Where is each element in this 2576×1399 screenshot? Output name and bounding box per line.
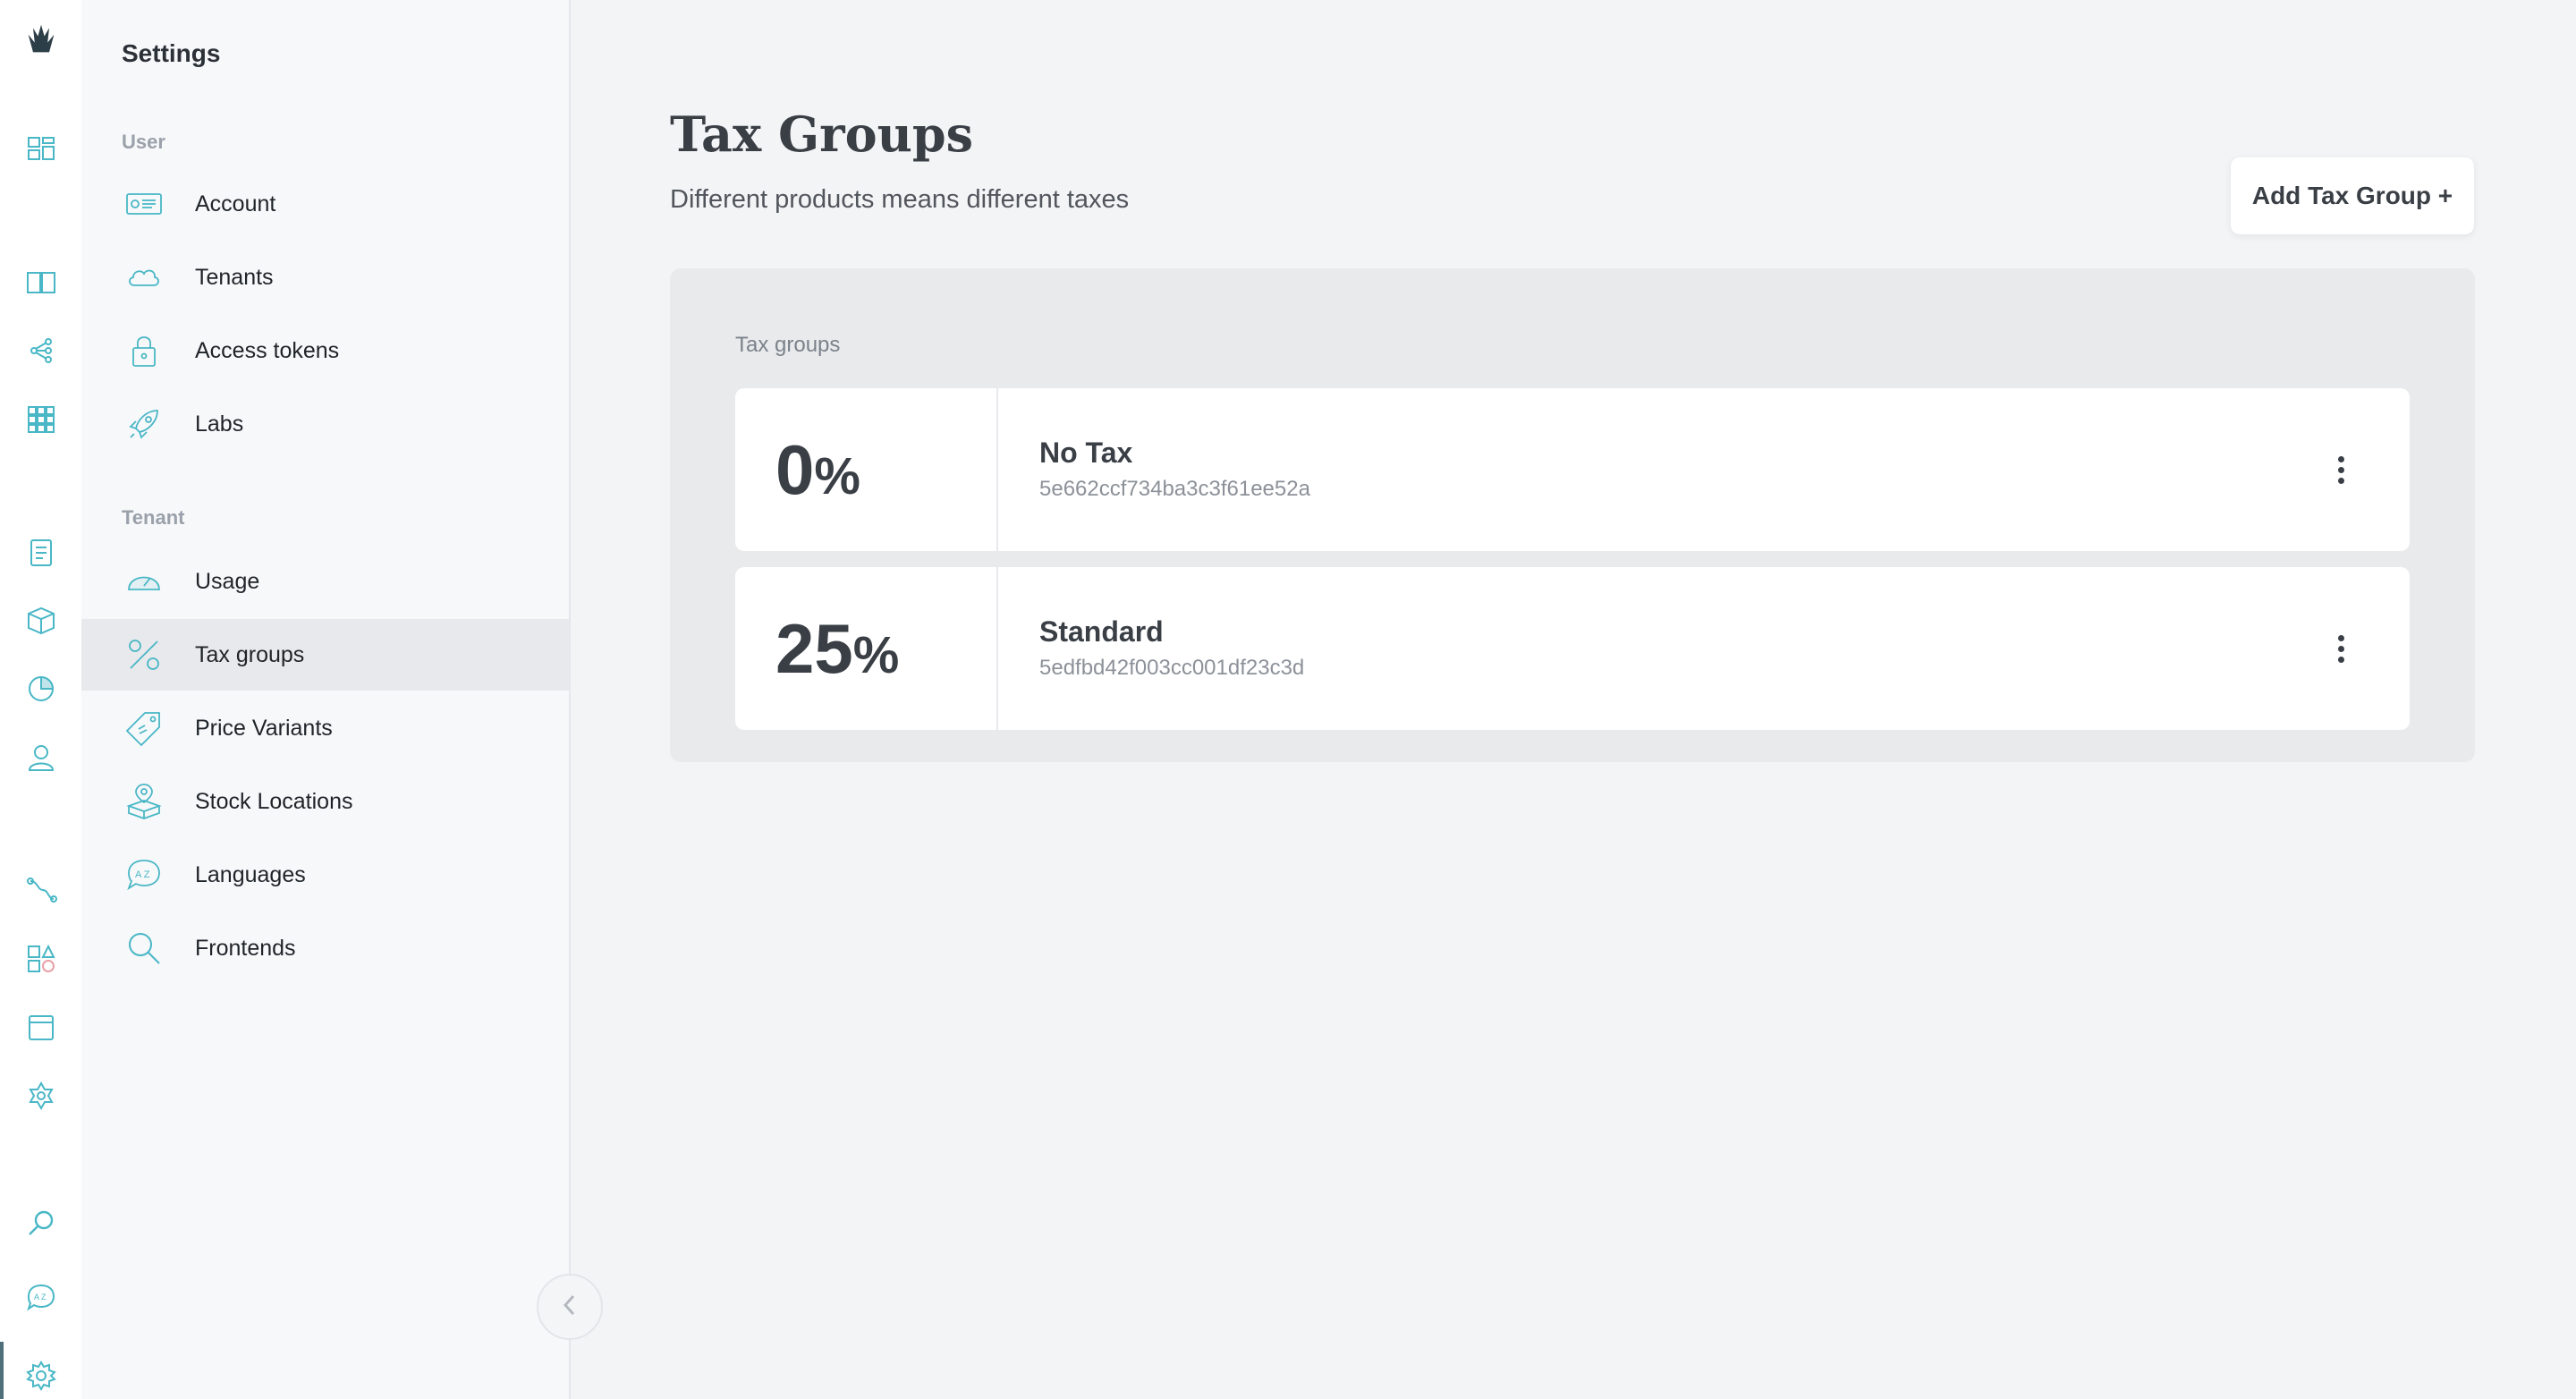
collapse-sidebar-button[interactable] bbox=[537, 1274, 603, 1340]
page-title: Tax Groups bbox=[670, 106, 974, 163]
tax-rate-value: 25 bbox=[775, 609, 853, 688]
shapes-icon[interactable] bbox=[21, 331, 61, 370]
id-card-icon bbox=[124, 184, 164, 224]
add-tax-group-button[interactable]: Add Tax Group + bbox=[2231, 157, 2474, 234]
languages-icon[interactable]: A Z bbox=[21, 1277, 61, 1317]
active-rail-indicator bbox=[0, 1342, 4, 1399]
percent-icon bbox=[124, 635, 164, 674]
tax-group-id: 5edfbd42f003cc001df23c3d bbox=[1039, 656, 1305, 680]
nav-label-price-variants: Price Variants bbox=[195, 715, 333, 741]
tax-group-card[interactable]: 0% No Tax 5e662ccf734ba3c3f61ee52a bbox=[735, 388, 2410, 551]
tax-rate: 25% bbox=[775, 608, 899, 696]
nav-label-tax-groups: Tax groups bbox=[195, 641, 305, 667]
icon-rail: A Z bbox=[0, 0, 82, 1399]
user-section-label: User bbox=[122, 131, 165, 153]
tax-rate: 0% bbox=[775, 429, 860, 517]
components-icon[interactable] bbox=[21, 939, 61, 979]
tax-rate-cell: 0% bbox=[735, 388, 998, 551]
nav-label-usage: Usage bbox=[195, 568, 260, 594]
nav-item-tax-groups[interactable]: Tax groups bbox=[81, 619, 569, 691]
nav-item-price-variants[interactable]: Price Variants bbox=[81, 692, 569, 764]
nav-item-usage[interactable]: Usage bbox=[81, 546, 569, 617]
nav-label-access-tokens: Access tokens bbox=[195, 337, 340, 363]
reports-icon[interactable] bbox=[21, 669, 61, 708]
webhooks-icon[interactable] bbox=[21, 1076, 61, 1115]
more-options-icon[interactable] bbox=[2323, 631, 2359, 666]
tax-groups-panel: Tax groups 0% No Tax 5e662ccf734ba3c3f61… bbox=[670, 268, 2475, 762]
tenant-section-label: Tenant bbox=[122, 506, 185, 529]
product-box-icon[interactable] bbox=[21, 601, 61, 640]
location-box-icon bbox=[124, 782, 164, 821]
settings-title: Settings bbox=[122, 39, 221, 67]
tax-group-name: No Tax bbox=[1039, 437, 1133, 469]
tax-group-card[interactable]: 25% Standard 5edfbd42f003cc001df23c3d bbox=[735, 567, 2410, 730]
nav-label-frontends: Frontends bbox=[195, 935, 296, 961]
dashboard-icon[interactable] bbox=[21, 129, 61, 168]
tax-groups-section-label: Tax groups bbox=[735, 333, 841, 357]
speech-bubble-icon: A Z bbox=[124, 855, 164, 895]
nav-item-tenants[interactable]: Tenants bbox=[81, 242, 569, 313]
svg-text:A Z: A Z bbox=[34, 1293, 47, 1301]
customers-icon[interactable] bbox=[21, 738, 61, 777]
grid-icon[interactable] bbox=[21, 400, 61, 439]
nav-label-tenants: Tenants bbox=[195, 264, 274, 290]
catalogue-icon[interactable] bbox=[21, 262, 61, 301]
page-subtitle: Different products means different taxes bbox=[670, 185, 1130, 214]
settings-panel: Settings User Account Tenants Access tok… bbox=[81, 0, 571, 1399]
tax-rate-value: 0 bbox=[775, 430, 815, 509]
nav-label-languages: Languages bbox=[195, 861, 306, 887]
frontend-icon[interactable] bbox=[21, 1008, 61, 1047]
rocket-icon bbox=[124, 404, 164, 444]
settings-icon[interactable] bbox=[21, 1356, 61, 1395]
tax-rate-percent: % bbox=[814, 447, 860, 505]
nav-label-account: Account bbox=[195, 191, 276, 216]
tax-rate-percent: % bbox=[852, 626, 900, 684]
nav-item-stock-locations[interactable]: Stock Locations bbox=[81, 766, 569, 837]
more-options-icon[interactable] bbox=[2323, 452, 2359, 488]
price-tag-icon bbox=[124, 708, 164, 748]
orders-icon[interactable] bbox=[21, 533, 61, 572]
tax-group-id: 5e662ccf734ba3c3f61ee52a bbox=[1039, 477, 1310, 501]
nav-item-frontends[interactable]: Frontends bbox=[81, 912, 569, 984]
chevron-left-icon bbox=[560, 1293, 580, 1322]
lock-icon bbox=[124, 331, 164, 370]
nav-item-languages[interactable]: A Z Languages bbox=[81, 839, 569, 911]
nav-item-account[interactable]: Account bbox=[81, 168, 569, 240]
cloud-icon bbox=[124, 258, 164, 297]
nav-item-access-tokens[interactable]: Access tokens bbox=[81, 315, 569, 386]
speedometer-icon bbox=[124, 562, 164, 601]
search-icon[interactable] bbox=[21, 1204, 61, 1243]
nav-item-labs[interactable]: Labs bbox=[81, 388, 569, 460]
tax-rate-cell: 25% bbox=[735, 567, 998, 730]
tax-group-name: Standard bbox=[1039, 615, 1164, 648]
nav-label-labs: Labs bbox=[195, 411, 244, 437]
brand-logo-icon[interactable] bbox=[21, 20, 61, 59]
nav-label-stock-locations: Stock Locations bbox=[195, 788, 353, 814]
pipelines-icon[interactable] bbox=[21, 870, 61, 910]
magnifier-icon bbox=[124, 928, 164, 968]
svg-text:A Z: A Z bbox=[135, 869, 150, 880]
